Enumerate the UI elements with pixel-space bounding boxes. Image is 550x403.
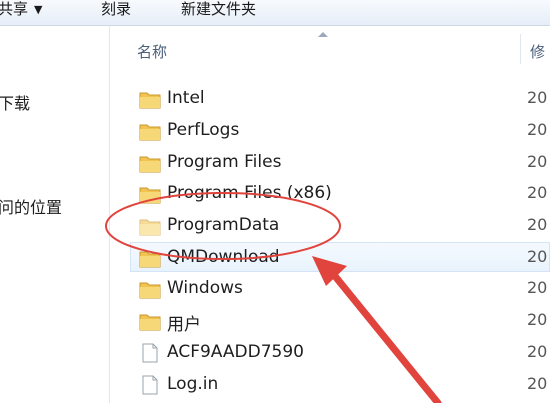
column-header-name[interactable]: 名称	[137, 41, 167, 62]
share-menu-button[interactable]: 共享 ▼	[0, 0, 42, 22]
file-date: 20	[527, 152, 548, 171]
folder-icon	[139, 124, 161, 141]
folder-icon	[139, 92, 161, 109]
file-name: PerfLogs	[167, 120, 240, 140]
nav-item-downloads[interactable]: 下载	[0, 90, 30, 114]
new-folder-label: 新建文件夹	[181, 0, 257, 18]
chevron-down-icon: ▼	[34, 3, 43, 16]
navigation-pane: 下载 问的位置	[0, 26, 109, 403]
list-item[interactable]: Program Files (x86) 20	[130, 179, 550, 209]
share-label: 共享	[0, 0, 29, 18]
file-name: Log.in	[167, 374, 219, 394]
column-header-row: 名称 修	[110, 26, 550, 66]
folder-icon	[139, 251, 161, 268]
file-date: 20	[527, 310, 548, 329]
folder-icon	[139, 282, 161, 299]
new-folder-button[interactable]: 新建文件夹	[181, 0, 256, 22]
file-date: 20	[527, 374, 548, 393]
nav-item-label: 问的位置	[0, 198, 63, 217]
file-icon	[142, 343, 158, 363]
column-header-date-modified[interactable]: 修	[530, 41, 545, 62]
command-bar: 共享 ▼ 刻录 新建文件夹	[0, 0, 550, 26]
file-name: ProgramData	[167, 215, 280, 235]
folder-icon	[139, 219, 161, 236]
burn-label: 刻录	[101, 0, 132, 18]
list-item[interactable]: Program Files 20	[130, 148, 550, 178]
file-name: ACF9AADD7590	[167, 342, 304, 362]
file-date: 20	[527, 215, 548, 234]
file-name: Program Files (x86)	[167, 183, 332, 203]
file-list: 名称 修 Intel 20 PerfLogs 20 Program Files …	[110, 26, 550, 403]
list-item[interactable]: Log.in 20	[130, 370, 550, 400]
list-item[interactable]: Intel 20	[130, 84, 550, 114]
burn-button[interactable]: 刻录	[101, 0, 131, 22]
file-name: Program Files	[167, 152, 282, 172]
list-item[interactable]: PerfLogs 20	[130, 116, 550, 146]
file-name: 用户	[167, 315, 201, 335]
file-date: 20	[527, 342, 548, 361]
file-name: QMDownload	[167, 247, 280, 267]
file-date: 20	[527, 278, 548, 297]
file-icon	[142, 375, 158, 395]
nav-item-recent-places[interactable]: 问的位置	[0, 194, 62, 218]
file-date: 20	[527, 247, 548, 266]
list-item[interactable]: Windows 20	[130, 274, 550, 304]
list-item[interactable]: 用户 20	[130, 306, 550, 336]
folder-icon	[139, 187, 161, 204]
file-date: 20	[527, 88, 548, 107]
file-date: 20	[527, 120, 548, 139]
column-resize-handle[interactable]	[520, 34, 521, 64]
file-date: 20	[527, 183, 548, 202]
list-item-hovered[interactable]: QMDownload 20	[130, 242, 550, 272]
list-item[interactable]: ACF9AADD7590 20	[130, 338, 550, 368]
nav-item-label: 下载	[0, 94, 31, 113]
list-item[interactable]: ProgramData 20	[130, 211, 550, 241]
file-name: Intel	[167, 88, 205, 108]
sort-ascending-icon	[318, 32, 328, 37]
file-name: Windows	[167, 278, 243, 298]
folder-icon	[139, 156, 161, 173]
folder-icon	[139, 314, 161, 331]
